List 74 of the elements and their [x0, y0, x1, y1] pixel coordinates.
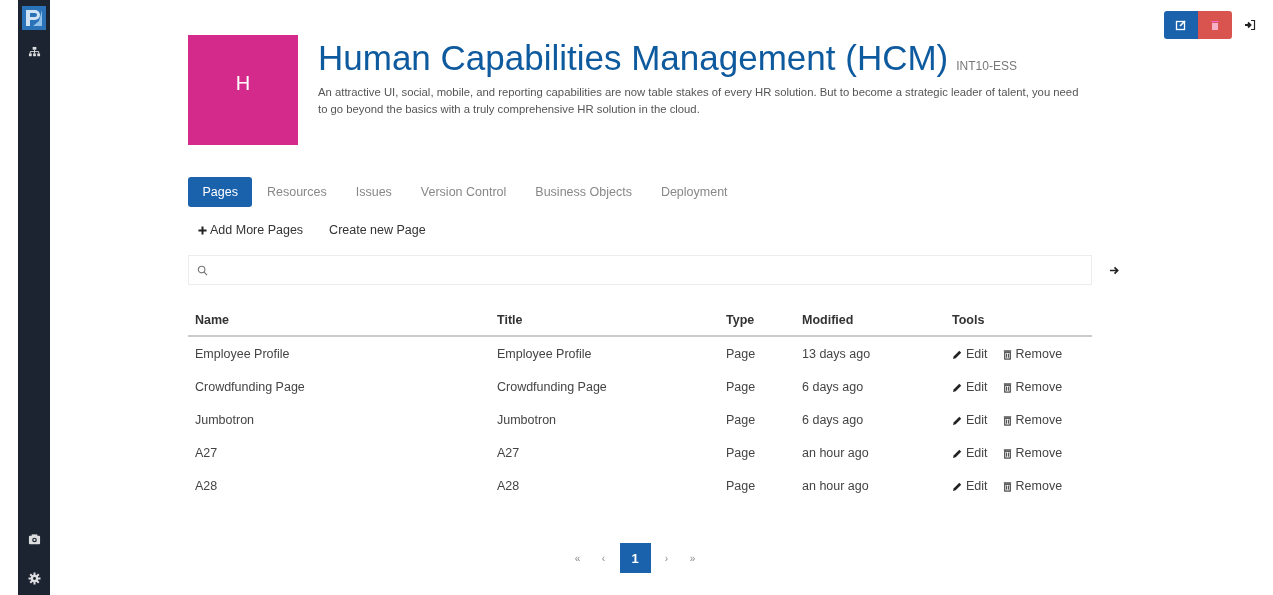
project-code: INT10-ESS	[956, 59, 1017, 73]
pencil-icon	[952, 480, 963, 492]
sign-in-icon[interactable]	[1244, 19, 1256, 31]
table-cell-text: A28	[194, 478, 219, 495]
table-cell-text: Jumbotron	[194, 412, 256, 429]
table-cell: 13 days ago	[795, 336, 945, 370]
remove-link[interactable]: Remove	[1001, 413, 1063, 427]
tab[interactable]: Deployment	[646, 177, 743, 207]
trash-icon	[1001, 381, 1013, 393]
tab[interactable]: Version Control	[406, 177, 521, 207]
table-cell-text: Page	[725, 478, 757, 495]
table-cell: Employee Profile	[490, 336, 719, 370]
remove-link[interactable]: Remove	[1001, 446, 1063, 460]
logo-icon	[22, 6, 46, 30]
table-cell-text: A28	[496, 478, 521, 495]
page-button[interactable]: ‹	[593, 543, 614, 573]
edit-link[interactable]: Edit	[952, 479, 988, 493]
trash-icon	[1001, 480, 1013, 492]
table-cell-text: an hour ago	[801, 445, 870, 462]
table-cell-text: A27	[194, 445, 219, 462]
edit-link[interactable]: Edit	[952, 380, 988, 394]
table-cell-text: 6 days ago	[801, 412, 865, 429]
pencil-icon	[952, 348, 963, 360]
project-tile: H	[188, 35, 298, 145]
remove-link[interactable]: Remove	[1001, 479, 1063, 493]
table-cell-text: Page	[725, 412, 757, 429]
edit-link[interactable]: Edit	[952, 347, 988, 361]
table-cell-text: Jumbotron	[496, 412, 558, 429]
trash-icon	[1001, 447, 1013, 459]
edit-button[interactable]	[1164, 11, 1198, 39]
table-cell-text: an hour ago	[801, 478, 870, 495]
tab[interactable]: Business Objects	[520, 177, 647, 207]
settings-icon[interactable]	[27, 572, 41, 585]
table-cell: Employee Profile	[188, 336, 490, 370]
edit-link[interactable]: Edit	[952, 413, 988, 427]
sitemap-icon[interactable]	[27, 46, 41, 59]
column-header: Tools	[945, 307, 1092, 336]
pencil-icon	[952, 414, 963, 426]
table-cell-text: Crowdfunding Page	[496, 379, 608, 396]
trash-icon	[1001, 414, 1013, 426]
table-cell-text: Page	[725, 379, 757, 396]
project-description: An attractive UI, social, mobile, and reporting capabilities are now table stakes of every HR solution. But to become a strategic leader of talent, you need to go beyond the basics with a truly comprehensive HR solution in the cloud.	[318, 84, 1080, 117]
tab[interactable]: Resources	[252, 177, 342, 207]
table-cell-text: A27	[496, 445, 521, 462]
table-cell-text: 6 days ago	[801, 379, 865, 396]
add-pages-link[interactable]: Add More Pages	[198, 223, 304, 237]
tab[interactable]: Issues	[341, 177, 407, 207]
project-title: Human Capabilities Management (HCM)	[318, 39, 949, 78]
trash-icon	[1209, 19, 1221, 31]
plus-icon	[198, 225, 207, 235]
create-page-link[interactable]: Create new Page	[329, 223, 426, 237]
column-header: Title	[490, 307, 719, 336]
search-field[interactable]	[188, 255, 1092, 285]
table-cell-text: Page	[725, 445, 757, 462]
arrow-right-icon[interactable]	[1109, 264, 1120, 276]
tab[interactable]: Pages	[188, 177, 253, 207]
edit-icon	[1175, 19, 1187, 31]
camera-icon[interactable]	[27, 533, 41, 546]
page-button[interactable]: «	[567, 543, 588, 573]
column-header: Name	[188, 307, 490, 336]
page-button[interactable]: 1	[619, 543, 651, 573]
trash-icon	[1001, 348, 1013, 360]
table-cell: Page	[719, 336, 795, 370]
table-cell-text: Crowdfunding Page	[194, 379, 306, 396]
column-header: Type	[719, 307, 795, 336]
edit-link[interactable]: Edit	[952, 446, 988, 460]
pencil-icon	[952, 381, 963, 393]
remove-link[interactable]: Remove	[1001, 380, 1063, 394]
remove-link[interactable]: Remove	[1001, 347, 1063, 361]
column-header: Modified	[795, 307, 945, 336]
page-button[interactable]: »	[682, 543, 703, 573]
page-button[interactable]: ›	[656, 543, 677, 573]
search-icon	[197, 264, 208, 276]
pencil-icon	[952, 447, 963, 459]
